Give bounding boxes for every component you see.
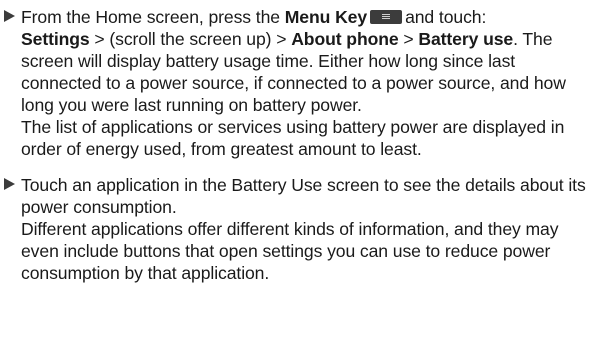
path-settings: Settings bbox=[21, 29, 90, 49]
app-info-note: Different applications offer different k… bbox=[21, 219, 559, 283]
step-navigation: From the Home screen, press the Menu Key… bbox=[21, 6, 589, 116]
path-period: . bbox=[513, 29, 518, 49]
path-battery-use: Battery use bbox=[418, 29, 514, 49]
menu-key-label: Menu Key bbox=[284, 7, 368, 27]
path-about-phone: About phone bbox=[291, 29, 399, 49]
bullet-triangle-icon bbox=[4, 10, 15, 22]
app-details-instruction: Touch an application in the Battery Use … bbox=[21, 175, 586, 217]
step-intro: From the Home screen, press the bbox=[21, 7, 280, 27]
path-separator: > bbox=[403, 29, 414, 49]
manual-page: From the Home screen, press the Menu Key… bbox=[0, 0, 593, 353]
instruction-item-battery-use: From the Home screen, press the Menu Key… bbox=[4, 6, 589, 160]
instruction-text: From the Home screen, press the Menu Key… bbox=[21, 6, 589, 160]
bullet-triangle-icon bbox=[4, 178, 15, 190]
menu-key-icon bbox=[370, 10, 403, 24]
path-separator-scroll: > (scroll the screen up) > bbox=[94, 29, 287, 49]
instruction-item-app-details: Touch an application in the Battery Use … bbox=[4, 174, 589, 284]
step-after-key: and touch: bbox=[405, 7, 487, 27]
instruction-text: Touch an application in the Battery Use … bbox=[21, 174, 589, 284]
list-order-note: The list of applications or services usi… bbox=[21, 117, 565, 159]
